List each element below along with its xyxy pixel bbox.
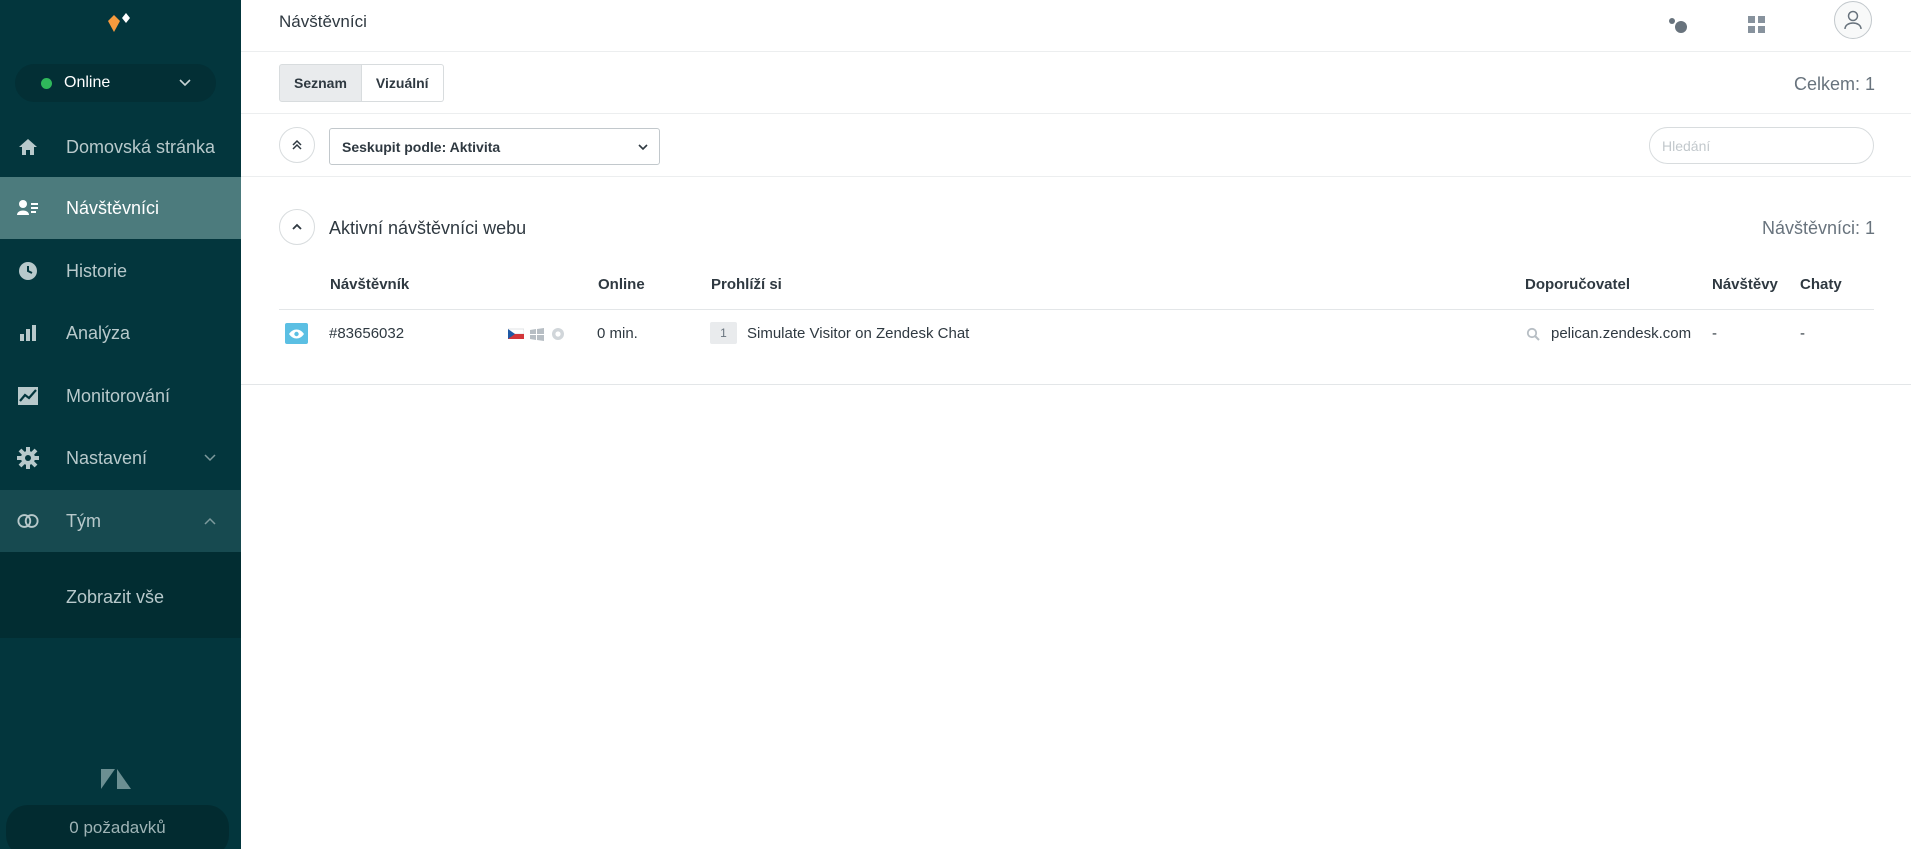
nav-item-label: Historie <box>66 260 128 281</box>
list-view-button[interactable]: Seznam <box>279 64 362 102</box>
nav-item-analytics[interactable]: Analýza <box>0 302 241 364</box>
nav-item-label: Nastavení <box>66 447 148 468</box>
table-row[interactable]: #83656032 0 min. 1 Simulate Visitor on Z… <box>241 310 1911 384</box>
view-toggle: Seznam Vizuální <box>279 64 444 102</box>
section-header: Aktivní návštěvníci webu Návštěvníci: 1 <box>241 207 1911 247</box>
nav-item-label: Tým <box>66 510 101 531</box>
gear-icon <box>17 447 39 469</box>
requests-counter[interactable]: 0 požadavků <box>6 805 229 849</box>
search-input[interactable] <box>1649 127 1874 164</box>
column-header-viewing[interactable]: Prohlíží si <box>711 276 782 293</box>
visitors-icon <box>17 197 39 219</box>
chevron-up-icon <box>204 517 216 525</box>
group-by-select[interactable]: Seskupit podle: Aktivita <box>329 128 660 165</box>
visitor-online-time: 0 min. <box>597 325 638 342</box>
flag-icon <box>508 328 524 339</box>
referrer-domain: pelican.zendesk.com <box>1551 325 1692 342</box>
chevron-down-icon <box>179 79 191 87</box>
nav-item-team[interactable]: Tým <box>0 490 241 552</box>
team-submenu: Zobrazit vše <box>0 552 241 638</box>
nav-item-history[interactable]: Historie <box>0 240 241 302</box>
nav-item-monitoring[interactable]: Monitorování <box>0 365 241 427</box>
home-icon <box>17 136 39 158</box>
nav-item-visitors[interactable]: Návštěvníci <box>0 177 241 239</box>
zendesk-logo-icon <box>101 769 131 789</box>
chevron-up-icon <box>292 223 302 230</box>
bar-chart-icon <box>17 322 39 344</box>
pages-count-badge: 1 <box>710 322 737 344</box>
monitor-chart-icon <box>17 385 39 407</box>
sidebar: Online Domovská stránka Návštěvníci Hist… <box>0 0 241 849</box>
viewing-page-title: Simulate Visitor on Zendesk Chat <box>747 325 970 342</box>
status-label: Online <box>64 74 111 91</box>
apps-grid-icon[interactable] <box>1742 10 1772 40</box>
nav-item-label: Návštěvníci <box>66 197 160 218</box>
team-icon <box>17 510 39 532</box>
topbar: Návštěvníci <box>241 0 1911 52</box>
column-header-visitor[interactable]: Návštěvník <box>330 276 409 293</box>
total-count: Celkem: 1 <box>1793 74 1875 94</box>
nav-item-home[interactable]: Domovská stránka <box>0 116 241 178</box>
table-divider <box>241 384 1911 385</box>
double-chevron-up-icon <box>292 139 302 150</box>
search-icon <box>1526 327 1540 341</box>
nav-item-label: Domovská stránka <box>66 136 216 157</box>
nav-item-label: Monitorování <box>66 385 171 406</box>
page-title: Návštěvníci <box>279 12 367 31</box>
team-view-all-link[interactable]: Zobrazit vše <box>66 587 164 608</box>
app-logo <box>108 13 130 32</box>
browser-icon <box>552 328 564 340</box>
view-toolbar: Seznam Vizuální Celkem: 1 <box>241 52 1911 114</box>
chats-value: - <box>1800 325 1805 342</box>
online-status-dot <box>41 77 52 89</box>
collapse-section-button[interactable] <box>279 209 315 245</box>
collapse-all-button[interactable] <box>279 127 315 163</box>
main-content: Návštěvníci Seznam Vizuální Celkem: 1 Se… <box>241 0 1911 849</box>
user-icon <box>1844 10 1862 30</box>
filter-bar: Seskupit podle: Aktivita <box>241 114 1911 177</box>
column-header-referrer[interactable]: Doporučovatel <box>1525 276 1630 293</box>
group-by-label: Seskupit podle: Aktivita <box>342 138 501 155</box>
section-visitor-count: Návštěvníci: 1 <box>1761 218 1875 238</box>
chevron-down-icon <box>638 144 648 151</box>
visual-view-button[interactable]: Vizuální <box>361 64 444 102</box>
column-header-online[interactable]: Online <box>598 276 645 293</box>
clock-icon <box>17 260 39 282</box>
status-dots-icon[interactable] <box>1665 10 1695 40</box>
column-header-chats[interactable]: Chaty <box>1800 276 1842 293</box>
nav-item-settings[interactable]: Nastavení <box>0 427 241 489</box>
section-title: Aktivní návštěvníci webu <box>329 218 527 238</box>
column-header-visits[interactable]: Návštěvy <box>1712 276 1778 293</box>
eye-icon <box>285 323 308 344</box>
status-selector[interactable]: Online <box>15 64 216 102</box>
nav-item-label: Analýza <box>66 322 131 343</box>
chevron-down-icon <box>204 454 216 462</box>
visitor-id: #83656032 <box>329 325 405 342</box>
visits-value: - <box>1712 325 1717 342</box>
os-windows-icon <box>530 328 544 341</box>
user-avatar-button[interactable] <box>1834 1 1872 39</box>
